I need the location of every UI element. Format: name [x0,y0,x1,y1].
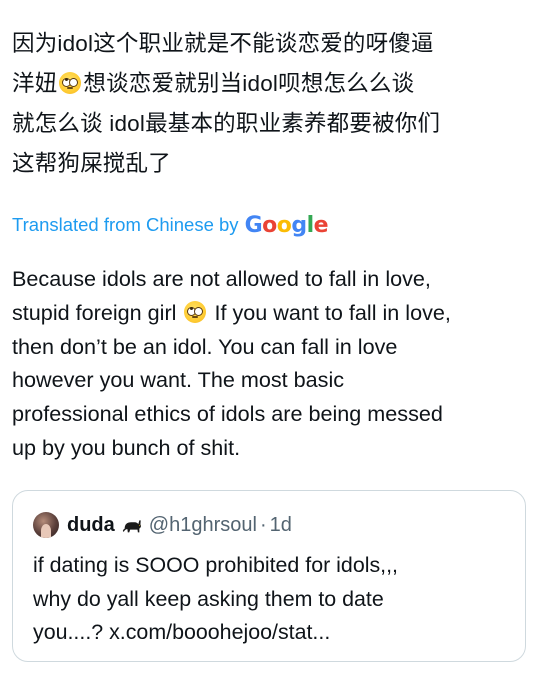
quoted-tweet-card[interactable]: duda @h1ghrsoul · 1d if dating is SOOO p… [12,490,526,662]
tweet-original-text: 因为idol这个职业就是不能谈恋爱的呀傻逼 洋妞 想谈恋爱就别当idol呗想怎么么… [12,24,528,184]
translation-line: then don’t be an idol. You can fall in l… [12,333,398,359]
quoted-tweet-body: if dating is SOOO prohibited for idols,,… [33,549,513,650]
translation-line: up by you bunch of shit. [12,434,241,460]
rolling-eyes-emoji-icon [59,72,82,94]
translated-text: Because idols are not allowed to fall in… [12,262,532,465]
original-line: 洋妞 想谈恋爱就别当idol呗想怎么么谈 [12,64,528,104]
translation-line: professional ethics of idols are being m… [12,401,443,427]
black-cat-emoji-icon [122,520,141,533]
quoted-timestamp[interactable]: 1d [270,514,292,537]
google-logo-icon: Google [244,212,329,238]
original-line: 就怎么谈 idol最基本的职业素养都要被你们 [12,111,441,136]
translated-by-link[interactable]: Translated from Chinese by Google [12,211,329,239]
rolling-eyes-emoji-icon [184,300,207,323]
translation-segment: If you want to fall in love, [214,299,451,325]
quoted-display-name[interactable]: duda [67,514,115,537]
quoted-line: why do yall keep asking them to date [33,586,384,611]
original-text-segment: 想谈恋爱就别当idol呗想怎么么谈 [83,71,415,96]
avatar[interactable] [33,512,59,538]
original-line: 这帮狗屎搅乱了 [12,151,171,176]
translation-line: stupid foreign girl If you want to fall … [12,296,532,330]
translation-line: Because idols are not allowed to fall in… [12,266,431,291]
quoted-tweet-header: duda @h1ghrsoul · 1d [33,511,292,539]
quoted-handle[interactable]: @h1ghrsoul [149,514,257,537]
translation-line: however you want. The most basic [12,367,345,393]
quoted-line: if dating is SOOO prohibited for idols,,… [33,553,398,577]
original-text-segment: 洋妞 [12,71,58,96]
quoted-line[interactable]: you....? x.com/booohejoo/stat... [33,616,513,650]
translation-segment: stupid foreign girl [12,299,177,325]
separator-dot: · [259,513,267,536]
original-line: 因为idol这个职业就是不能谈恋爱的呀傻逼 [12,31,434,56]
translated-by-label: Translated from Chinese by [12,214,239,235]
